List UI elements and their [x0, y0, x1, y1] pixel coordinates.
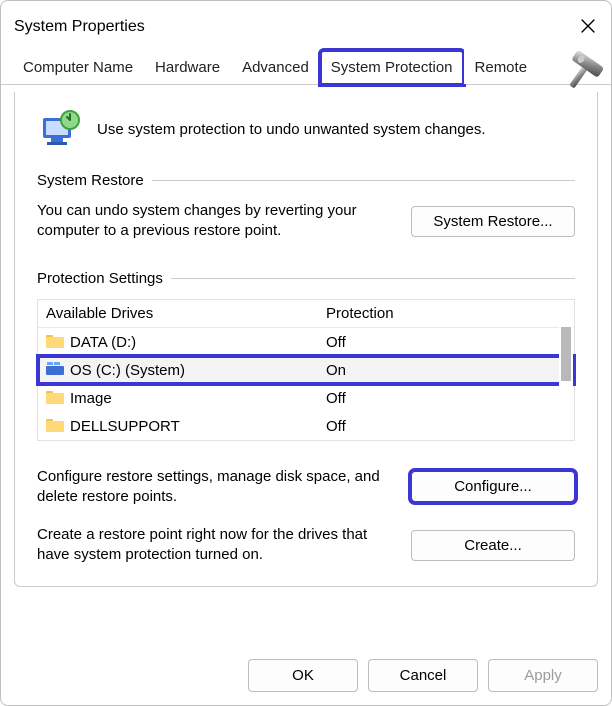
folder-icon	[46, 334, 64, 350]
tab-system-protection[interactable]: System Protection	[320, 50, 464, 85]
ok-button[interactable]: OK	[248, 659, 358, 692]
configure-desc: Configure restore settings, manage disk …	[37, 467, 395, 508]
intro-text: Use system protection to undo unwanted s…	[97, 121, 486, 138]
tab-panel: Use system protection to undo unwanted s…	[14, 92, 598, 587]
table-row[interactable]: DELLSUPPORT Off	[38, 412, 574, 440]
group-protection-settings: Protection Settings Available Drives Pro…	[37, 270, 575, 566]
hammer-icon	[558, 48, 606, 96]
tab-computer-name[interactable]: Computer Name	[12, 50, 144, 84]
divider	[171, 278, 575, 279]
drive-name: DELLSUPPORT	[70, 418, 180, 435]
divider	[152, 180, 575, 181]
folder-icon	[46, 418, 64, 434]
group-system-restore: System Restore You can undo system chang…	[37, 172, 575, 242]
drive-name: DATA (D:)	[70, 334, 136, 351]
system-restore-button[interactable]: System Restore...	[411, 206, 575, 237]
protection-value: On	[318, 357, 574, 384]
restore-desc: You can undo system changes by reverting…	[37, 201, 395, 242]
protection-value: Off	[318, 385, 574, 412]
group-label-protection: Protection Settings	[37, 270, 163, 287]
scroll-thumb[interactable]	[561, 327, 571, 381]
drive-name: Image	[70, 390, 112, 407]
col-header-drives[interactable]: Available Drives	[38, 300, 318, 327]
tab-hardware[interactable]: Hardware	[144, 50, 231, 84]
cancel-button[interactable]: Cancel	[368, 659, 478, 692]
table-row[interactable]: Image Off	[38, 384, 574, 412]
group-label-restore: System Restore	[37, 172, 144, 189]
scrollbar[interactable]	[559, 301, 573, 439]
configure-button[interactable]: Configure...	[411, 471, 575, 502]
close-icon[interactable]	[580, 18, 598, 36]
folder-icon	[46, 390, 64, 406]
os-drive-icon	[46, 362, 64, 378]
window-title: System Properties	[14, 18, 145, 36]
table-row[interactable]: OS (C:) (System) On	[38, 356, 574, 384]
system-protection-icon	[37, 106, 83, 152]
create-desc: Create a restore point right now for the…	[37, 525, 395, 566]
protection-value: Off	[318, 413, 574, 440]
col-header-protection[interactable]: Protection	[318, 300, 574, 327]
tab-strip: Computer Name Hardware Advanced System P…	[0, 44, 612, 85]
drive-name: OS (C:) (System)	[70, 362, 185, 379]
tab-remote[interactable]: Remote	[464, 50, 539, 84]
table-row[interactable]: DATA (D:) Off	[38, 328, 574, 356]
drives-table: Available Drives Protection DATA (D:) Of…	[37, 299, 575, 441]
protection-value: Off	[318, 329, 574, 356]
dialog-footer: OK Cancel Apply	[0, 649, 612, 706]
tab-advanced[interactable]: Advanced	[231, 50, 320, 84]
apply-button[interactable]: Apply	[488, 659, 598, 692]
create-button[interactable]: Create...	[411, 530, 575, 561]
